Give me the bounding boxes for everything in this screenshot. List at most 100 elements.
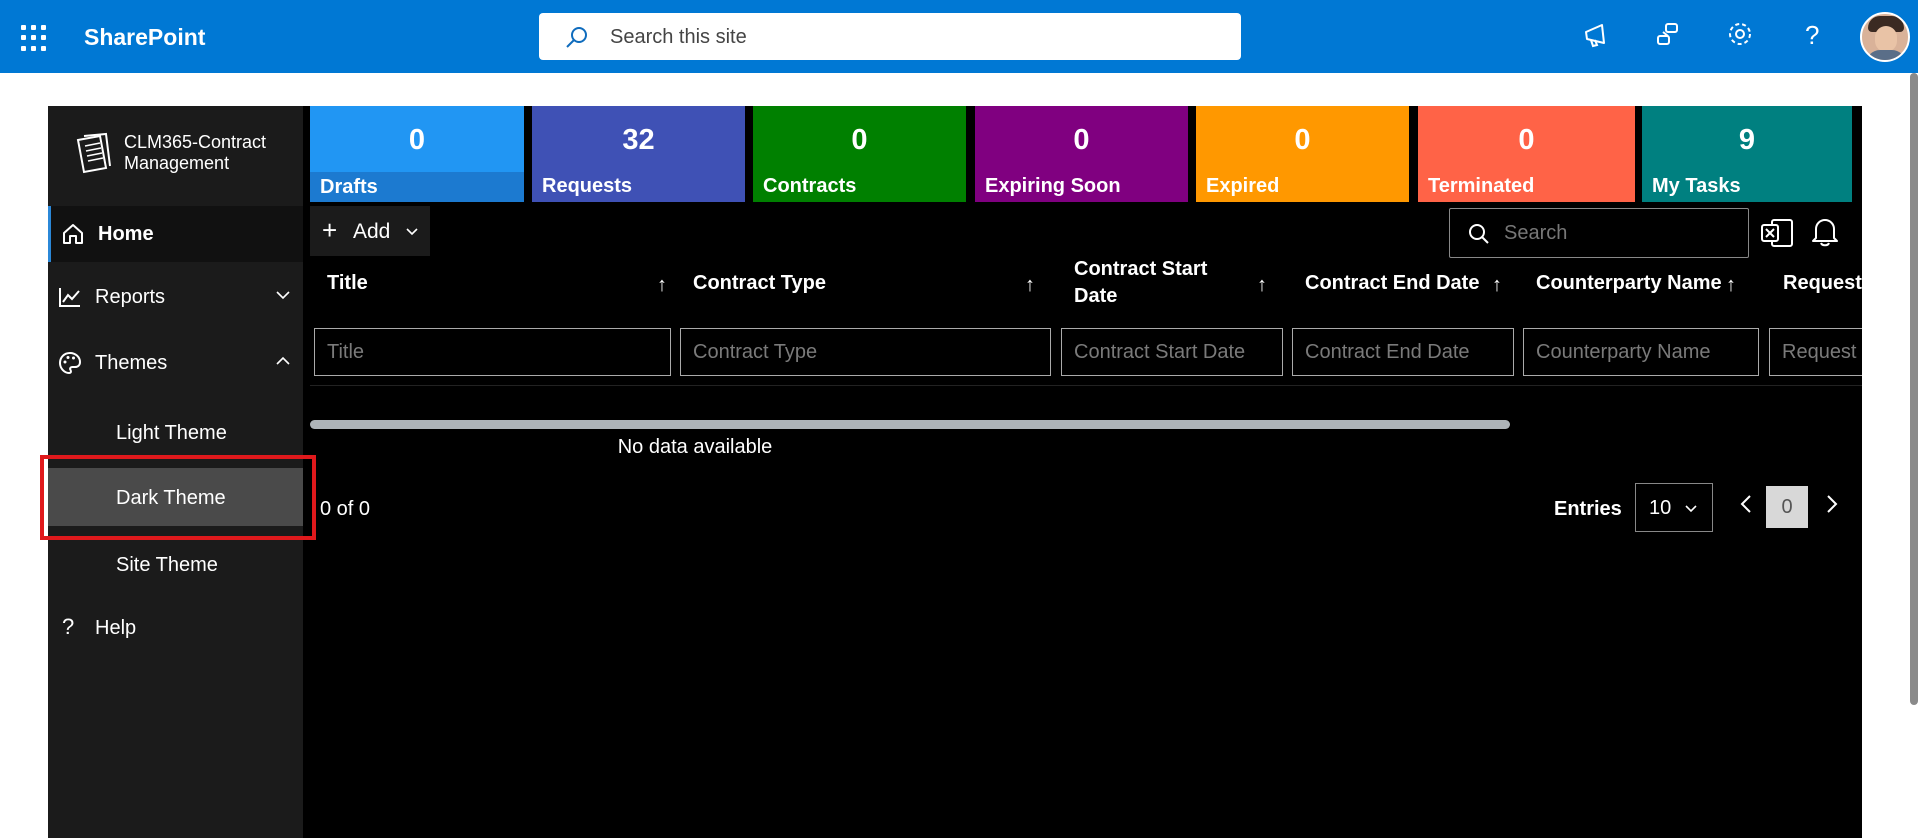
filter-input-counterparty-name[interactable]: Counterparty Name [1523,328,1759,376]
documents-logo-icon [76,132,111,174]
sidebar-item-label: Home [98,223,154,245]
palette-icon [58,351,82,375]
app-logo: CLM365-Contract Management [72,128,302,188]
settings-gear-icon[interactable] [1724,19,1758,53]
column-header-title[interactable]: Title ↑ [327,252,717,314]
logo-line-2: Management [124,153,230,173]
search-icon [566,27,587,48]
sidebar-item-themes[interactable]: Themes [48,335,303,391]
help-question-icon[interactable]: ? [1796,19,1830,53]
tile-label: Expired [1206,175,1280,197]
tile-count: 0 [1294,124,1311,156]
site-search-box[interactable]: Search this site [539,13,1241,60]
tile-label: Drafts [310,172,524,202]
chevron-down-icon [1685,505,1697,513]
column-header-contract-start-date[interactable]: Contract Start Date ↑ [1074,252,1284,314]
filter-input-contract-start-date[interactable]: Contract Start Date [1061,328,1283,376]
waffle-icon[interactable] [20,24,48,52]
search-icon [1469,224,1489,244]
dark-theme-highlight-box [40,455,316,540]
sidebar-item-home[interactable]: Home [48,206,303,262]
grid-search-placeholder: Search [1504,222,1568,244]
tile-count: 9 [1738,124,1756,156]
tile-expiring-soon[interactable]: 0 Expiring Soon [975,106,1188,202]
tile-label: Expiring Soon [985,175,1121,197]
horizontal-scrollbar[interactable] [310,420,1510,429]
filter-input-contract-end-date[interactable]: Contract End Date [1292,328,1514,376]
tile-drafts[interactable]: 0 Drafts [310,106,524,202]
page-vertical-scrollbar[interactable] [1910,73,1918,838]
tile-label: Requests [542,175,633,197]
record-count: 0 of 0 [320,498,371,520]
entries-value: 10 [1649,497,1672,519]
sort-arrow-up-icon: ↑ [657,274,667,296]
home-icon [63,224,83,244]
chevron-down-icon [406,228,418,236]
avatar[interactable] [1860,12,1910,62]
empty-state-text: No data available [617,436,773,458]
brand-link[interactable]: SharePoint [84,24,205,51]
column-header-label: Contract Type [693,271,826,294]
next-page-icon[interactable] [1824,493,1840,515]
scrollbar-thumb[interactable] [1910,73,1918,705]
contract-management-app: CLM365-Contract Management Home Reports [48,106,1862,838]
tile-count: 32 [622,124,655,156]
tile-label: Contracts [763,175,857,197]
filter-input-contract-type[interactable]: Contract Type [680,328,1051,376]
tile-requests[interactable]: 32 Requests [532,106,745,202]
sidebar-item-label: Themes [95,352,168,374]
plus-icon: + [322,215,338,245]
sort-arrow-up-icon: ↑ [1726,274,1736,296]
column-header-label: Contract End Date [1305,271,1480,294]
add-button[interactable]: + Add [310,206,430,256]
tile-expired[interactable]: 0 Expired [1196,106,1409,202]
column-header-label: Request [1783,271,1862,294]
site-search-placeholder: Search this site [610,26,747,48]
excel-export-icon[interactable] [1760,218,1794,248]
help-icon: ? [62,614,75,639]
column-header-label: Title [327,271,368,294]
tile-count: 0 [408,124,426,156]
line-chart-icon [59,288,80,307]
tile-contracts[interactable]: 0 Contracts [753,106,966,202]
megaphone-icon[interactable] [1580,19,1614,53]
bell-icon[interactable] [1810,216,1840,248]
tile-label: Terminated [1428,175,1535,197]
sidebar-item-label: Help [95,617,137,639]
current-page-button[interactable]: 0 [1766,486,1808,528]
sort-arrow-up-icon: ↑ [1025,274,1035,296]
tile-terminated[interactable]: 0 Terminated [1418,106,1635,202]
sort-arrow-up-icon: ↑ [1257,274,1267,296]
grid-divider [310,385,1862,386]
tile-label: My Tasks [1652,175,1741,197]
logo-line-1: CLM365-Contract [124,132,267,152]
column-header-label: Contract Start Date [1074,258,1208,307]
suite-bar: SharePoint Search this site ? [0,0,1918,73]
grid-search-input[interactable]: Search [1449,208,1749,258]
column-header-counterparty-name[interactable]: Counterparty Name ↑ [1536,252,1766,314]
entries-label: Entries [1554,498,1622,520]
sort-arrow-up-icon: ↑ [1492,274,1502,296]
column-header-request[interactable]: Request [1783,252,1862,314]
tile-count: 0 [851,124,868,156]
sidebar-item-reports[interactable]: Reports [48,269,303,325]
chevron-up-icon [276,356,290,365]
column-header-contract-type[interactable]: Contract Type ↑ [693,252,1083,314]
filter-input-request[interactable]: Request [1769,328,1862,376]
sidebar-item-label: Reports [95,286,166,308]
previous-page-icon[interactable] [1738,493,1754,515]
column-header-contract-end-date[interactable]: Contract End Date ↑ [1305,252,1535,314]
svg-text:?: ? [1805,20,1819,50]
tile-count: 0 [1518,124,1535,156]
tile-my-tasks[interactable]: 9 My Tasks [1642,106,1852,202]
sidebar-item-label: Site Theme [116,554,218,576]
sidebar-item-site-theme[interactable]: Site Theme [48,535,303,593]
tile-count: 0 [1073,124,1090,156]
chevron-down-icon [276,291,290,300]
column-header-label: Counterparty Name [1536,271,1722,294]
filter-input-title[interactable]: Title [314,328,671,376]
share-icon[interactable] [1652,19,1686,53]
sidebar-item-help[interactable]: ? Help [48,600,303,656]
add-button-label: Add [353,220,391,243]
entries-select[interactable]: 10 [1635,483,1713,532]
